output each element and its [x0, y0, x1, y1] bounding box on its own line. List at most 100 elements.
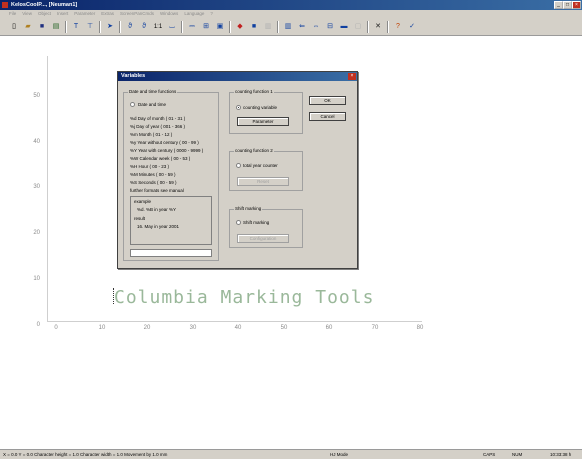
- x-tick-label: 30: [189, 325, 197, 331]
- counting1-group-label: counting function 1: [234, 89, 274, 95]
- shift-group-label: Shift marking: [234, 206, 263, 212]
- example-label: example: [134, 199, 152, 204]
- toolbar-separator: [119, 21, 121, 33]
- x-tick-label: 60: [325, 325, 333, 331]
- menu-windows[interactable]: Windows: [157, 10, 181, 18]
- menu-bar: File View Object Insert Parameter Extras Scree…: [0, 10, 582, 18]
- barcode-icon[interactable]: ▥: [282, 21, 294, 33]
- print-preview-icon[interactable]: ▤: [50, 21, 62, 33]
- format-item: %W Calendar week ( 00 - 53 ): [130, 156, 191, 161]
- menu-parameter[interactable]: Parameter: [71, 10, 98, 18]
- x-tick-label: 40: [234, 325, 242, 331]
- frame-icon[interactable]: ⌴: [166, 21, 178, 33]
- y-tick-label: 20: [33, 230, 40, 236]
- title-bar: KelosCoolP..., [Neuman1] _ □ ×: [0, 0, 582, 10]
- datetime-radio[interactable]: [130, 102, 135, 107]
- configuration-button[interactable]: Configuration: [237, 234, 289, 243]
- shift-marking-label[interactable]: Shift marking: [243, 220, 269, 226]
- y-tick-label: 0: [36, 322, 40, 328]
- y-tick-label: 10: [33, 276, 40, 282]
- arrow-right-icon[interactable]: ⇔: [310, 21, 322, 33]
- ok-button[interactable]: OK: [309, 96, 346, 105]
- datetime-radio-label[interactable]: Date and time: [138, 102, 166, 108]
- counting1-group: counting function 1 counting variable Pa…: [229, 89, 303, 134]
- ratio-icon[interactable]: 1:1: [152, 21, 164, 33]
- menu-help[interactable]: ?: [207, 10, 216, 18]
- menu-insert[interactable]: Insert: [54, 10, 71, 18]
- line-icon[interactable]: ⎓: [186, 21, 198, 33]
- format-item: %j Day of year ( 001 - 366 ): [130, 124, 186, 129]
- parameter-button[interactable]: Parameter: [237, 117, 289, 126]
- open-icon[interactable]: ▰: [22, 21, 34, 33]
- insert-object-icon[interactable]: ▣: [214, 21, 226, 33]
- counting-variable-label[interactable]: counting variable: [243, 105, 277, 111]
- maximize-button[interactable]: □: [563, 1, 572, 9]
- new-icon[interactable]: ▯: [8, 21, 20, 33]
- dialog-title: Variables: [121, 73, 146, 79]
- status-num: NUM: [512, 452, 523, 457]
- datetime-group: Date and time functions Date and time %d…: [123, 89, 219, 261]
- help-icon[interactable]: ?: [392, 21, 404, 33]
- close-icon[interactable]: ✕: [372, 21, 384, 33]
- y-tick-label: 40: [33, 139, 40, 145]
- x-tick-label: 50: [280, 325, 288, 331]
- menu-screenpan[interactable]: ScreenPanCmds: [117, 10, 157, 18]
- table-icon[interactable]: ⊟: [324, 21, 336, 33]
- menu-file[interactable]: File: [6, 10, 19, 18]
- color-icon[interactable]: ◆: [234, 21, 246, 33]
- cancel-button[interactable]: Cancel: [309, 112, 346, 121]
- counting-variable-radio[interactable]: [236, 105, 241, 110]
- fill-icon[interactable]: ■: [248, 21, 260, 33]
- example-text: %d. %B in year %Y: [137, 207, 177, 212]
- minimize-button[interactable]: _: [554, 1, 563, 9]
- grid-icon[interactable]: ⊞: [200, 21, 212, 33]
- toolbar-separator: [387, 21, 389, 33]
- arrow-left-icon[interactable]: ⇐: [296, 21, 308, 33]
- toolbar-separator: [65, 21, 67, 33]
- result-label: result: [134, 216, 146, 221]
- curve-alt-icon[interactable]: ϑ: [138, 21, 150, 33]
- format-input[interactable]: [130, 249, 212, 257]
- text-tool-icon[interactable]: T: [70, 21, 82, 33]
- variables-dialog: Variables × Date and time functions Date…: [117, 71, 358, 269]
- y-tick-label: 30: [33, 184, 40, 190]
- example-box: example %d. %B in year %Y result 16. May…: [130, 196, 212, 245]
- dialog-close-button[interactable]: ×: [348, 73, 356, 80]
- total-counter-radio[interactable]: [236, 163, 241, 168]
- shift-group: Shift marking Shift marking Configuratio…: [229, 206, 303, 248]
- status-bar: X = 0.0 Y = 0.0 Character height = 1.0 C…: [0, 449, 582, 459]
- x-tick-label: 70: [371, 325, 379, 331]
- pointer-icon[interactable]: ➤: [104, 21, 116, 33]
- marking-text-object[interactable]: Columbia Marking Tools: [114, 287, 394, 308]
- shift-marking-radio[interactable]: [236, 220, 241, 225]
- datetime-group-label: Date and time functions: [128, 89, 178, 95]
- total-counter-label[interactable]: total year counter: [243, 163, 278, 169]
- toolbar: ▯ ▰ ■ ▤ T ⊤ ➤ ϑ ϑ 1:1 ⌴ ⎓ ⊞ ▣ ◆ ■ ▥ ▥ ⇐ …: [0, 18, 582, 36]
- curve-icon[interactable]: ϑ: [124, 21, 136, 33]
- format-item: further formats see manual: [130, 188, 184, 193]
- format-item: %H Hour ( 00 - 23 ): [130, 164, 170, 169]
- toolbar-separator: [99, 21, 101, 33]
- format-item: %y Year without century ( 00 - 99 ): [130, 140, 199, 145]
- format-item: %S Seconds ( 00 - 59 ): [130, 180, 177, 185]
- reset-button[interactable]: Reset: [237, 177, 289, 186]
- menu-extras[interactable]: Extras: [98, 10, 117, 18]
- counting2-group-label: counting function 2: [234, 148, 274, 154]
- menu-object[interactable]: Object: [35, 10, 54, 18]
- toolbar-separator: [181, 21, 183, 33]
- text-field-icon[interactable]: ⊤: [84, 21, 96, 33]
- x-axis: [47, 321, 422, 322]
- status-time: 10:33:38 h: [550, 452, 572, 457]
- save-icon[interactable]: ■: [36, 21, 48, 33]
- bitmap-icon[interactable]: ▬: [338, 21, 350, 33]
- menu-view[interactable]: View: [19, 10, 35, 18]
- dialog-title-bar[interactable]: Variables ×: [118, 72, 357, 81]
- menu-language[interactable]: Language: [181, 10, 207, 18]
- hatch-icon[interactable]: ▥: [262, 21, 274, 33]
- toolbar-separator: [367, 21, 369, 33]
- field-icon[interactable]: ▢: [352, 21, 364, 33]
- about-icon[interactable]: ✓: [406, 21, 418, 33]
- format-item: %m Month ( 01 - 12 ): [130, 132, 173, 137]
- close-window-button[interactable]: ×: [572, 1, 581, 9]
- app-icon: [2, 2, 8, 8]
